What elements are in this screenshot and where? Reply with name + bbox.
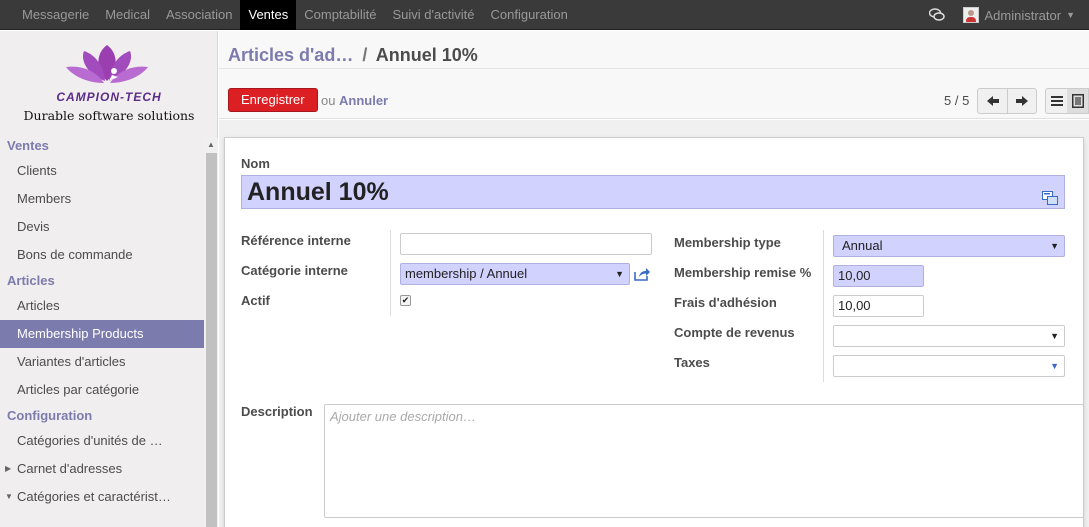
internal-category-value: membership / Annuel — [405, 266, 528, 281]
sidebar-item-bons-de-commande[interactable]: Bons de commande — [0, 241, 204, 269]
form-sheet: Nom Annuel 10% Référence interne Catégor… — [224, 137, 1084, 527]
logo-text: CAMPION-TECH — [56, 90, 162, 104]
sidebar-menu: Ventes Clients Members Devis Bons de com… — [0, 134, 204, 511]
dropdown-arrow-icon[interactable]: ▼ — [1050, 326, 1059, 346]
menu-configuration[interactable]: Configuration — [482, 0, 575, 30]
membership-fee-label: Frais d'adhésion — [674, 295, 777, 310]
menu-medical[interactable]: Medical — [97, 0, 158, 30]
sidebar-item-carnet-adresses[interactable]: ▶ Carnet d'adresses — [0, 455, 204, 483]
sidebar-item-categories-unites[interactable]: Catégories d'unités de … — [0, 427, 204, 455]
form-view-button[interactable] — [1067, 89, 1088, 113]
sidebar-item-devis[interactable]: Devis — [0, 213, 204, 241]
description-textarea[interactable]: Ajouter une description… — [324, 404, 1084, 518]
arrow-right-icon — [1016, 96, 1028, 106]
company-logo: CAMPION-TECH Durable software solutions — [0, 31, 218, 131]
name-value: Annuel 10% — [247, 178, 389, 206]
or-text: ou — [321, 93, 336, 108]
avatar[interactable] — [962, 7, 979, 23]
menu-association[interactable]: Association — [158, 0, 240, 30]
revenue-account-label: Compte de revenus — [674, 325, 795, 340]
membership-type-select[interactable]: Annual ▼ — [833, 235, 1065, 257]
internal-category-label: Catégorie interne — [241, 263, 348, 278]
name-label: Nom — [241, 156, 270, 171]
user-area: Administrator ▼ — [928, 0, 1075, 30]
sidebar-item-membership-products[interactable]: Membership Products — [0, 320, 204, 348]
menu-ventes[interactable]: Ventes — [240, 0, 297, 30]
list-icon — [1050, 96, 1063, 106]
arrow-left-icon — [986, 96, 999, 106]
membership-type-label: Membership type — [674, 235, 781, 250]
internal-reference-input[interactable] — [400, 233, 652, 255]
membership-discount-label: Membership remise % — [674, 265, 812, 280]
external-link-icon[interactable] — [634, 267, 651, 281]
sidebar-item-label: Catégories et caractérist… — [17, 489, 171, 504]
dropdown-arrow-icon[interactable]: ▼ — [1050, 236, 1059, 256]
active-label: Actif — [241, 293, 270, 308]
dropdown-arrow-icon[interactable]: ▼ — [615, 264, 624, 284]
section-articles: Articles — [7, 273, 55, 288]
view-switcher — [1045, 88, 1089, 114]
sidebar-scrollbar[interactable]: ▲ — [205, 138, 218, 527]
caret-right-icon[interactable]: ▶ — [5, 455, 11, 483]
pager-buttons — [977, 88, 1037, 114]
menu-messagerie[interactable]: Messagerie — [14, 0, 97, 30]
top-navbar: Messagerie Medical Association Ventes Co… — [0, 0, 1089, 30]
section-ventes: Ventes — [7, 138, 49, 153]
sidebar-item-categories-caracteristiques[interactable]: ▼ Catégories et caractérist… — [0, 483, 204, 511]
scrollbar-thumb[interactable] — [206, 153, 217, 527]
description-placeholder: Ajouter une description… — [330, 409, 476, 424]
column-divider — [390, 230, 391, 316]
caret-down-icon[interactable]: ▼ — [5, 483, 13, 511]
chat-icon[interactable] — [928, 8, 945, 22]
breadcrumb-separator: / — [362, 45, 368, 65]
list-view-button[interactable] — [1046, 89, 1067, 113]
sidebar-item-clients[interactable]: Clients — [0, 157, 204, 185]
previous-button[interactable] — [978, 89, 1007, 113]
internal-category-select[interactable]: membership / Annuel ▼ — [400, 263, 630, 285]
taxes-input[interactable]: ▼ — [833, 355, 1065, 377]
sidebar-item-label: Carnet d'adresses — [17, 461, 123, 476]
internal-reference-label: Référence interne — [241, 233, 351, 248]
chevron-down-icon[interactable]: ▼ — [1066, 10, 1075, 20]
sidebar-item-articles-par-categorie[interactable]: Articles par catégorie — [0, 376, 204, 404]
next-button[interactable] — [1007, 89, 1036, 113]
breadcrumb: Articles d'ad… / Annuel 10% — [228, 45, 478, 66]
pager-value[interactable]: 5 / 5 — [944, 93, 969, 108]
form-icon — [1071, 94, 1084, 108]
name-field[interactable]: Annuel 10% — [241, 175, 1065, 209]
save-button[interactable]: Enregistrer — [228, 88, 318, 112]
sidebar: CAMPION-TECH Durable software solutions … — [0, 31, 218, 527]
user-name[interactable]: Administrator — [985, 8, 1062, 23]
cancel-link[interactable]: Annuler — [339, 93, 388, 108]
revenue-account-select[interactable]: ▼ — [833, 325, 1065, 347]
divider — [219, 68, 1089, 69]
membership-discount-input[interactable]: 10,00 — [833, 265, 924, 287]
sidebar-item-members[interactable]: Members — [0, 185, 204, 213]
column-divider — [823, 230, 824, 382]
menu-comptabilite[interactable]: Comptabilité — [296, 0, 384, 30]
section-configuration: Configuration — [7, 408, 93, 423]
description-label: Description — [241, 404, 313, 419]
breadcrumb-parent[interactable]: Articles d'ad… — [228, 45, 353, 65]
sidebar-item-variantes[interactable]: Variantes d'articles — [0, 348, 204, 376]
dropdown-arrow-icon[interactable]: ▼ — [1050, 356, 1059, 376]
control-panel: Articles d'ad… / Annuel 10% Enregistrer … — [219, 31, 1089, 119]
membership-type-value: Annual — [842, 238, 883, 253]
breadcrumb-current: Annuel 10% — [375, 45, 478, 65]
membership-fee-input[interactable]: 10,00 — [833, 295, 924, 317]
translate-icon[interactable] — [1042, 181, 1058, 205]
active-checkbox[interactable]: ✔ — [400, 295, 411, 306]
main-content: Articles d'ad… / Annuel 10% Enregistrer … — [219, 31, 1089, 527]
top-menu: Messagerie Medical Association Ventes Co… — [14, 0, 576, 30]
sidebar-item-articles[interactable]: Articles — [0, 292, 204, 320]
scroll-up-icon[interactable]: ▲ — [207, 140, 215, 149]
taxes-label: Taxes — [674, 355, 710, 370]
menu-suivi-activite[interactable]: Suivi d'activité — [385, 0, 483, 30]
logo-subtitle: Durable software solutions — [23, 108, 195, 123]
